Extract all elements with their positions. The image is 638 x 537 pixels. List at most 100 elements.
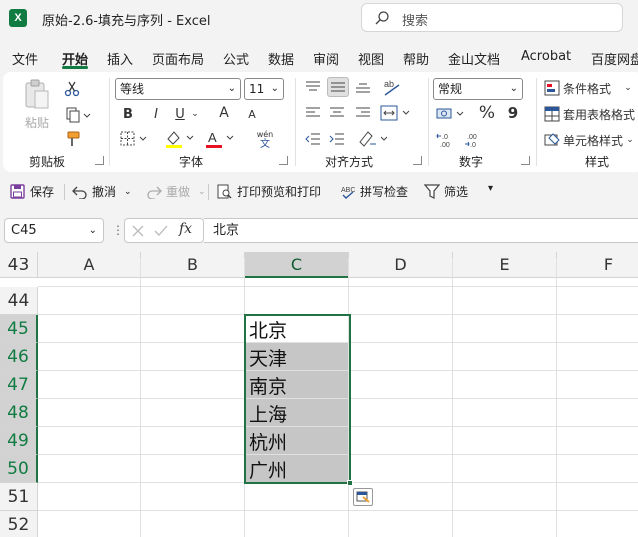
- grid-cell[interactable]: [141, 399, 245, 427]
- grid-cell[interactable]: [557, 427, 638, 455]
- grid-cell[interactable]: [557, 455, 638, 483]
- font-color-icon[interactable]: A: [203, 128, 237, 150]
- grid-cell[interactable]: [557, 483, 638, 511]
- grid-cell[interactable]: [349, 258, 453, 287]
- grid-cell[interactable]: [453, 399, 557, 427]
- wrap-text-icon[interactable]: [357, 129, 391, 149]
- grid-cell[interactable]: [141, 343, 245, 371]
- grid-cell[interactable]: [141, 258, 245, 287]
- grid-cell[interactable]: [141, 315, 245, 343]
- accounting-format-icon[interactable]: [435, 104, 469, 124]
- increase-decimal-icon[interactable]: .0.00: [435, 130, 457, 150]
- grid-cell[interactable]: [141, 371, 245, 399]
- row-header-44[interactable]: 44: [0, 287, 38, 315]
- grid-cell[interactable]: [453, 511, 557, 537]
- grid-cell[interactable]: [349, 287, 453, 315]
- row-header-49[interactable]: 49: [0, 427, 38, 455]
- comma-style-button[interactable]: 9: [505, 103, 521, 123]
- borders-icon[interactable]: [119, 130, 149, 148]
- bold-button[interactable]: B: [119, 105, 137, 123]
- grid-cell[interactable]: [349, 427, 453, 455]
- redo-button[interactable]: 重做 ⌄: [146, 183, 206, 200]
- row-header-43[interactable]: 43: [0, 258, 38, 278]
- grid-cell[interactable]: [349, 511, 453, 537]
- row-header-48[interactable]: 48: [0, 399, 38, 427]
- row-header-51[interactable]: 51: [0, 483, 38, 511]
- grid-cell[interactable]: [453, 343, 557, 371]
- grid-cell[interactable]: [245, 511, 349, 537]
- tab-formulas[interactable]: 公式: [223, 49, 249, 68]
- cell-c50[interactable]: 广州: [245, 455, 349, 483]
- name-box[interactable]: C45 ⌄: [4, 218, 104, 243]
- grid-cell[interactable]: [38, 427, 141, 455]
- decrease-indent-icon[interactable]: [303, 130, 323, 148]
- tab-help[interactable]: 帮助: [403, 49, 429, 68]
- grid-cell[interactable]: [38, 483, 141, 511]
- grid-cell[interactable]: [453, 427, 557, 455]
- tab-baidu-netdisk[interactable]: 百度网盘: [591, 49, 638, 68]
- row-header-46[interactable]: 46: [0, 343, 38, 371]
- grid-cell[interactable]: [245, 258, 349, 287]
- search-box[interactable]: 搜索: [361, 3, 623, 32]
- grid-cell[interactable]: [38, 343, 141, 371]
- grid-cell[interactable]: [141, 455, 245, 483]
- paste-icon[interactable]: [21, 78, 53, 112]
- cell-styles-icon[interactable]: [543, 131, 561, 149]
- grid-cell[interactable]: [349, 455, 453, 483]
- tab-data[interactable]: 数据: [268, 49, 294, 68]
- clipboard-launcher-icon[interactable]: [95, 156, 104, 165]
- font-size-select[interactable]: 11 ⌄: [244, 78, 284, 100]
- align-right-icon[interactable]: [353, 104, 373, 122]
- grid-cell[interactable]: [453, 371, 557, 399]
- grid-cell[interactable]: [245, 287, 349, 315]
- filter-button[interactable]: 筛选: [424, 183, 468, 200]
- grid-cell[interactable]: [38, 399, 141, 427]
- conditional-format-button[interactable]: 条件格式: [563, 79, 623, 97]
- grid-cell[interactable]: [453, 258, 557, 287]
- cell-c47[interactable]: 南京: [245, 371, 349, 399]
- format-as-table-button[interactable]: 套用表格格式: [563, 105, 638, 123]
- cancel-icon[interactable]: [131, 224, 145, 238]
- paste-label[interactable]: 粘贴: [23, 114, 51, 130]
- cell-c49[interactable]: 杭州: [245, 427, 349, 455]
- fill-color-icon[interactable]: [163, 128, 197, 150]
- align-bottom-icon[interactable]: [353, 78, 373, 96]
- cut-icon[interactable]: [63, 80, 81, 98]
- number-launcher-icon[interactable]: [521, 156, 530, 165]
- customize-toolbar-icon[interactable]: ▾: [488, 183, 493, 194]
- grid-cell[interactable]: [557, 399, 638, 427]
- spell-check-button[interactable]: ABC 拼写检查: [340, 183, 408, 200]
- grid-cell[interactable]: [349, 315, 453, 343]
- grid-cell[interactable]: [453, 315, 557, 343]
- row-header-47[interactable]: 47: [0, 371, 38, 399]
- grid-cell[interactable]: [141, 511, 245, 537]
- grid-cell[interactable]: [453, 483, 557, 511]
- merge-center-icon[interactable]: [379, 103, 413, 123]
- insert-function-button[interactable]: fx: [179, 221, 192, 237]
- format-painter-icon[interactable]: [63, 130, 81, 148]
- cell-c46[interactable]: 天津: [245, 343, 349, 371]
- grid-cell[interactable]: [38, 511, 141, 537]
- cell-c45[interactable]: 北京: [245, 315, 349, 343]
- chevron-down-icon[interactable]: ⌄: [623, 79, 633, 97]
- grid-cell[interactable]: [38, 455, 141, 483]
- alignment-launcher-icon[interactable]: [413, 156, 422, 165]
- tab-kingsoft-docs[interactable]: 金山文档: [448, 49, 500, 68]
- italic-button[interactable]: I: [147, 105, 165, 123]
- row-header-50[interactable]: 50: [0, 455, 38, 483]
- undo-button[interactable]: 撤消 ⌄: [72, 183, 132, 200]
- number-format-select[interactable]: 常规 ⌄: [433, 78, 523, 100]
- grid-cell[interactable]: [141, 287, 245, 315]
- enter-icon[interactable]: [153, 224, 169, 238]
- align-left-icon[interactable]: [303, 104, 323, 122]
- grid-cell[interactable]: [557, 343, 638, 371]
- align-center-icon[interactable]: [327, 104, 347, 122]
- grid-cell[interactable]: [141, 483, 245, 511]
- grid-cell[interactable]: [38, 315, 141, 343]
- row-header-45[interactable]: 45: [0, 315, 38, 343]
- grid-cell[interactable]: [349, 343, 453, 371]
- increase-indent-icon[interactable]: [327, 130, 347, 148]
- phonetic-guide-button[interactable]: wén 文: [247, 128, 283, 152]
- grid-cell[interactable]: [453, 455, 557, 483]
- align-top-icon[interactable]: [303, 78, 323, 96]
